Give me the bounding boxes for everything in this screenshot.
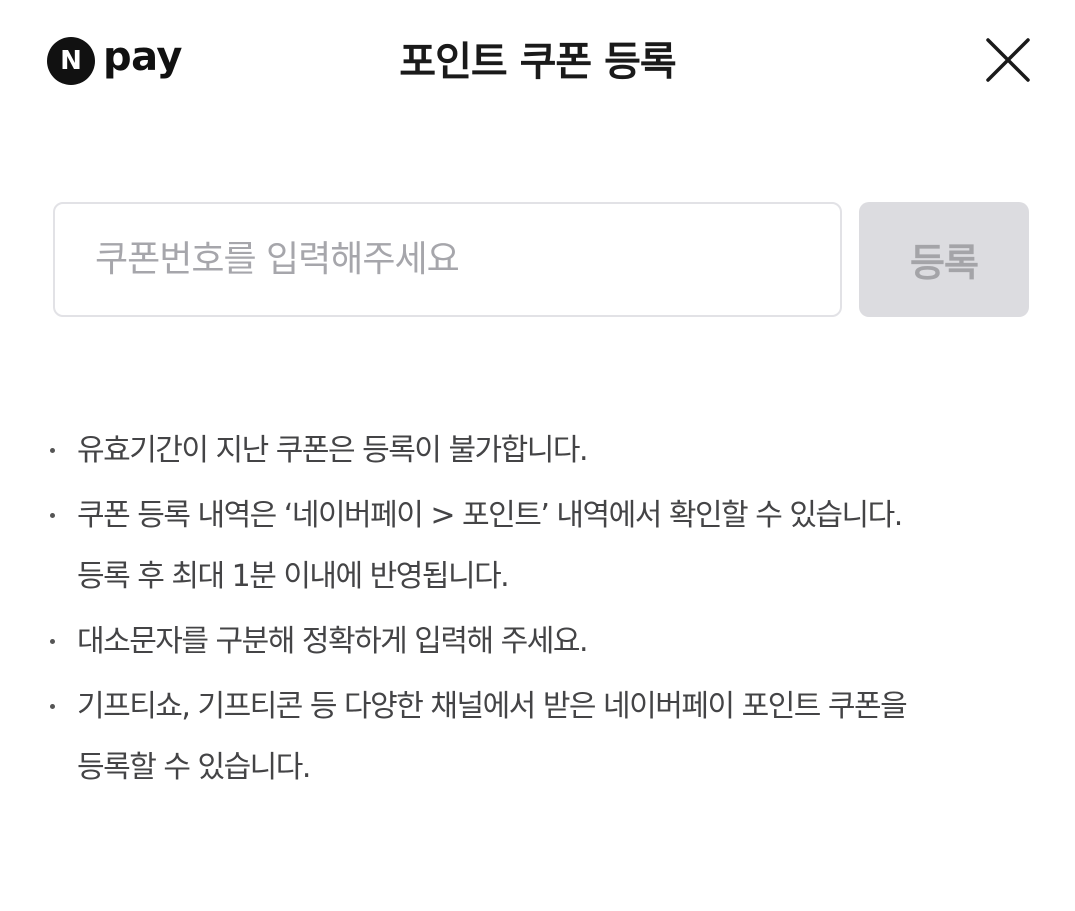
notice-item: 쿠폰 등록 내역은 ‘네이버페이 > 포인트’ 내역에서 확인할 수 있습니다.… (48, 485, 1038, 607)
bullet-dot-icon (50, 704, 55, 709)
notice-text: 기프티쇼, 기프티콘 등 다양한 채널에서 받은 네이버페이 포인트 쿠폰을 (77, 689, 908, 724)
bullet-dot-icon (50, 639, 55, 644)
register-button[interactable]: 등록 (859, 202, 1029, 317)
bullet-dot-icon (50, 513, 55, 518)
notice-item: 유효기간이 지난 쿠폰은 등록이 불가합니다. (48, 420, 1038, 481)
notice-text: 대소문자를 구분해 정확하게 입력해 주세요. (77, 624, 588, 659)
page-title: 포인트 쿠폰 등록 (399, 39, 676, 85)
coupon-number-input[interactable] (53, 202, 842, 317)
bullet-dot-icon (50, 448, 55, 453)
header: N pay 포인트 쿠폰 등록 (0, 0, 1075, 120)
notice-text: 등록 후 최대 1분 이내에 반영됩니다. (77, 559, 510, 594)
close-button[interactable] (984, 36, 1032, 84)
notice-list: 유효기간이 지난 쿠폰은 등록이 불가합니다. 쿠폰 등록 내역은 ‘네이버페이… (48, 420, 1038, 802)
notice-item: 대소문자를 구분해 정확하게 입력해 주세요. (48, 611, 1038, 672)
coupon-register-page: N pay 포인트 쿠폰 등록 등록 유효기간이 지난 쿠폰은 등록이 불가합니… (0, 0, 1075, 911)
close-icon (986, 38, 1030, 82)
notice-text: 등록할 수 있습니다. (77, 750, 311, 785)
notice-item: 기프티쇼, 기프티콘 등 다양한 채널에서 받은 네이버페이 포인트 쿠폰을 등… (48, 676, 1038, 798)
notice-text: 쿠폰 등록 내역은 ‘네이버페이 > 포인트’ 내역에서 확인할 수 있습니다. (77, 498, 903, 533)
notice-text: 유효기간이 지난 쿠폰은 등록이 불가합니다. (77, 433, 588, 468)
